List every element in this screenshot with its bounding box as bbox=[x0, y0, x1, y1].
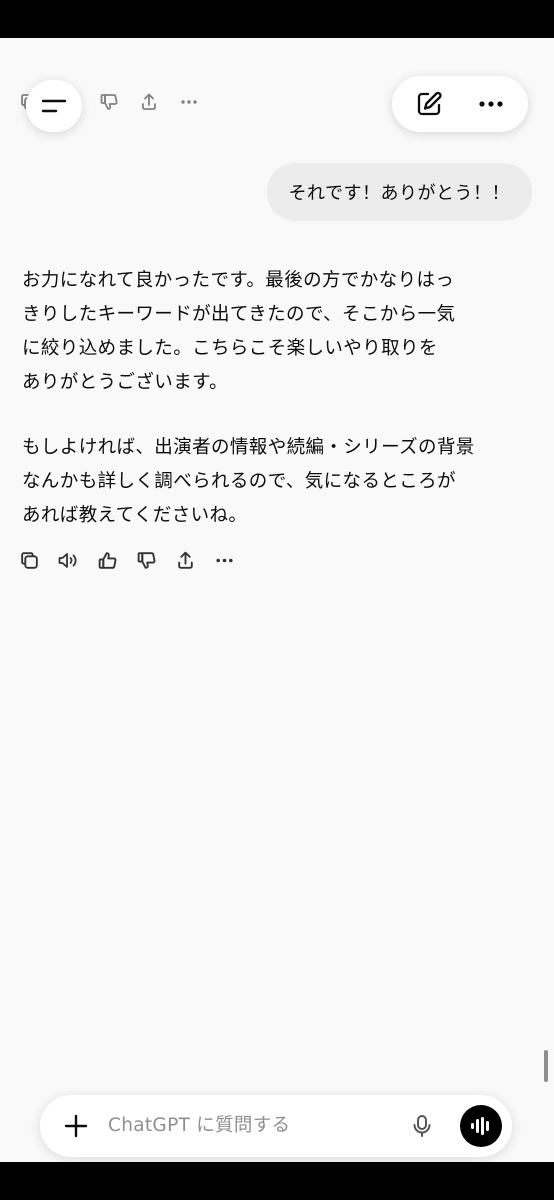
thumbs-down-icon[interactable] bbox=[135, 549, 157, 571]
user-message-bubble: それです！ありがとう！！ bbox=[266, 163, 532, 221]
scrollbar[interactable] bbox=[544, 1050, 548, 1082]
thumbs-down-icon[interactable] bbox=[98, 91, 120, 113]
assistant-text-line: に絞り込めました。こちらこそ楽しいやり取りを bbox=[22, 338, 438, 359]
copy-icon[interactable] bbox=[18, 549, 40, 571]
assistant-text-line: ありがとうございます。 bbox=[22, 372, 229, 393]
user-message-text: それです！ありがとう！！ bbox=[288, 183, 510, 204]
chat-screen: それです！ありがとう！！ お力になれて良かったです。最後の方でかなりはっ きりし… bbox=[0, 38, 554, 1162]
assistant-message-actions bbox=[18, 546, 235, 574]
new-chat-button[interactable] bbox=[407, 82, 451, 126]
more-options-button[interactable] bbox=[469, 82, 513, 126]
header-actions bbox=[392, 76, 528, 132]
composer[interactable]: ChatGPT に質問する bbox=[40, 1095, 512, 1157]
assistant-text-line: なんかも詳しく調べられるので、気になるところが bbox=[22, 471, 456, 492]
assistant-paragraph: お力になれて良かったです。最後の方でかなりはっ きりしたキーワードが出てきたので… bbox=[22, 264, 532, 400]
menu-icon bbox=[40, 96, 68, 116]
new-chat-icon bbox=[407, 82, 451, 126]
voice-mode-button[interactable] bbox=[460, 1105, 502, 1147]
assistant-message: お力になれて良かったです。最後の方でかなりはっ きりしたキーワードが出てきたので… bbox=[22, 264, 532, 533]
assistant-text-line: あれば教えてくださいね。 bbox=[22, 505, 248, 526]
share-icon[interactable] bbox=[138, 91, 160, 113]
assistant-text-line: お力になれて良かったです。最後の方でかなりはっ bbox=[22, 270, 455, 291]
voice-mode-icon bbox=[469, 1115, 493, 1137]
menu-button[interactable] bbox=[26, 80, 82, 132]
share-icon[interactable] bbox=[174, 549, 196, 571]
microphone-icon[interactable] bbox=[408, 1112, 436, 1140]
assistant-text-line: きりしたキーワードが出てきたので、そこから一気 bbox=[22, 304, 456, 325]
read-aloud-icon[interactable] bbox=[57, 549, 79, 571]
message-input[interactable]: ChatGPT に質問する bbox=[108, 1095, 290, 1157]
thumbs-up-icon[interactable] bbox=[96, 549, 118, 571]
more-options-icon bbox=[469, 82, 513, 126]
plus-icon[interactable] bbox=[62, 1112, 90, 1140]
more-options-icon[interactable] bbox=[178, 91, 200, 113]
more-options-icon[interactable] bbox=[213, 549, 235, 571]
assistant-text-line: もしよければ、出演者の情報や続編・シリーズの背景 bbox=[22, 437, 475, 458]
assistant-paragraph: もしよければ、出演者の情報や続編・シリーズの背景 なんかも詳しく調べられるので、… bbox=[22, 431, 532, 533]
